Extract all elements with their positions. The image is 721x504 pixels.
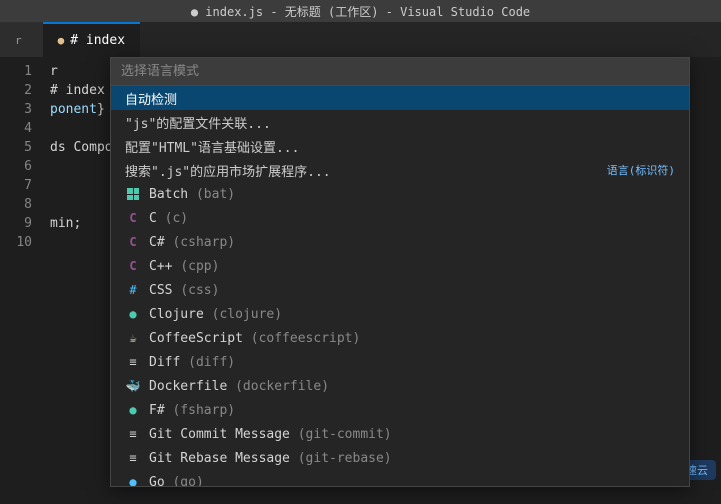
title-bar: ● index.js - 无标题 (工作区) - Visual Studio C… bbox=[0, 0, 721, 22]
diff-icon: ≡ bbox=[125, 355, 141, 369]
git-commit-label: Git Commit Message (git-commit) bbox=[149, 427, 392, 442]
tab-bar: r ● # index bbox=[0, 22, 721, 57]
batch-icon bbox=[125, 188, 141, 200]
diff-label: Diff (diff) bbox=[149, 355, 235, 370]
tab-index-js[interactable]: ● # index bbox=[43, 22, 140, 57]
dropdown-item-css[interactable]: # CSS (css) bbox=[111, 278, 689, 302]
fsharp-label: F# (fsharp) bbox=[149, 403, 235, 418]
csharp-label: C# (csharp) bbox=[149, 235, 235, 250]
dropdown-item-go[interactable]: ● Go (go) bbox=[111, 470, 689, 486]
line-numbers: 1 2 3 4 5 6 7 8 9 10 bbox=[0, 62, 40, 252]
tab-r[interactable]: r bbox=[0, 22, 43, 57]
cpp-icon: C bbox=[125, 259, 141, 273]
go-label: Go (go) bbox=[149, 475, 204, 487]
clojure-icon: ● bbox=[125, 307, 141, 321]
html-config-label: 配置"HTML"语言基础设置... bbox=[125, 137, 299, 156]
dropdown-item-auto[interactable]: 自动检测 bbox=[111, 86, 689, 110]
dropdown-item-cpp[interactable]: C C++ (cpp) bbox=[111, 254, 689, 278]
c-label: C (c) bbox=[149, 211, 188, 226]
editor-area: r ● # index 1 2 3 4 5 6 7 8 9 10 r # ind… bbox=[0, 22, 721, 504]
dropdown-search-area[interactable] bbox=[111, 58, 689, 86]
dropdown-item-c[interactable]: C C (c) bbox=[111, 206, 689, 230]
title-text: ● index.js - 无标题 (工作区) - Visual Studio C… bbox=[191, 3, 530, 20]
batch-label: Batch (bat) bbox=[149, 187, 235, 202]
c-icon: C bbox=[125, 211, 141, 225]
git-rebase-label: Git Rebase Message (git-rebase) bbox=[149, 451, 392, 466]
git-rebase-icon: ≡ bbox=[125, 451, 141, 465]
coffeescript-label: CoffeeScript (coffeescript) bbox=[149, 331, 360, 346]
js-config-label: "js"的配置文件关联... bbox=[125, 113, 271, 132]
dropdown-item-coffeescript[interactable]: ☕ CoffeeScript (coffeescript) bbox=[111, 326, 689, 350]
tab-modified-icon: ● bbox=[58, 34, 65, 47]
dropdown-item-git-commit[interactable]: ≡ Git Commit Message (git-commit) bbox=[111, 422, 689, 446]
git-commit-icon: ≡ bbox=[125, 427, 141, 441]
dropdown-item-js-config[interactable]: "js"的配置文件关联... bbox=[111, 110, 689, 134]
auto-detect-label: 自动检测 bbox=[125, 89, 177, 108]
dropdown-item-fsharp[interactable]: ● F# (fsharp) bbox=[111, 398, 689, 422]
language-search-input[interactable] bbox=[121, 64, 679, 79]
dockerfile-icon: 🐳 bbox=[125, 379, 141, 393]
css-icon: # bbox=[125, 283, 141, 297]
fsharp-icon: ● bbox=[125, 403, 141, 417]
search-js-label: 搜索".js"的应用市场扩展程序... bbox=[125, 161, 331, 180]
dropdown-item-git-rebase[interactable]: ≡ Git Rebase Message (git-rebase) bbox=[111, 446, 689, 470]
dropdown-item-html-config[interactable]: 配置"HTML"语言基础设置... bbox=[111, 134, 689, 158]
dropdown-item-csharp[interactable]: C C# (csharp) bbox=[111, 230, 689, 254]
clojure-label: Clojure (clojure) bbox=[149, 307, 282, 322]
coffeescript-icon: ☕ bbox=[125, 331, 141, 345]
dropdown-item-batch[interactable]: Batch (bat) bbox=[111, 182, 689, 206]
language-mode-dropdown: 自动检测 "js"的配置文件关联... 配置"HTML"语言基础设置... 搜索… bbox=[110, 57, 690, 487]
cpp-label: C++ (cpp) bbox=[149, 259, 219, 274]
csharp-icon: C bbox=[125, 235, 141, 249]
css-label: CSS (css) bbox=[149, 283, 219, 298]
dropdown-item-diff[interactable]: ≡ Diff (diff) bbox=[111, 350, 689, 374]
dockerfile-label: Dockerfile (dockerfile) bbox=[149, 379, 329, 394]
dropdown-list: 自动检测 "js"的配置文件关联... 配置"HTML"语言基础设置... 搜索… bbox=[111, 86, 689, 486]
dropdown-item-search-js[interactable]: 搜索".js"的应用市场扩展程序... 语言(标识符) bbox=[111, 158, 689, 182]
language-badge: 语言(标识符) bbox=[607, 162, 675, 178]
dropdown-item-clojure[interactable]: ● Clojure (clojure) bbox=[111, 302, 689, 326]
go-icon: ● bbox=[125, 475, 141, 486]
dropdown-item-dockerfile[interactable]: 🐳 Dockerfile (dockerfile) bbox=[111, 374, 689, 398]
tab-r-icon: r bbox=[15, 34, 22, 47]
tab-index-js-label: # index bbox=[70, 33, 125, 48]
